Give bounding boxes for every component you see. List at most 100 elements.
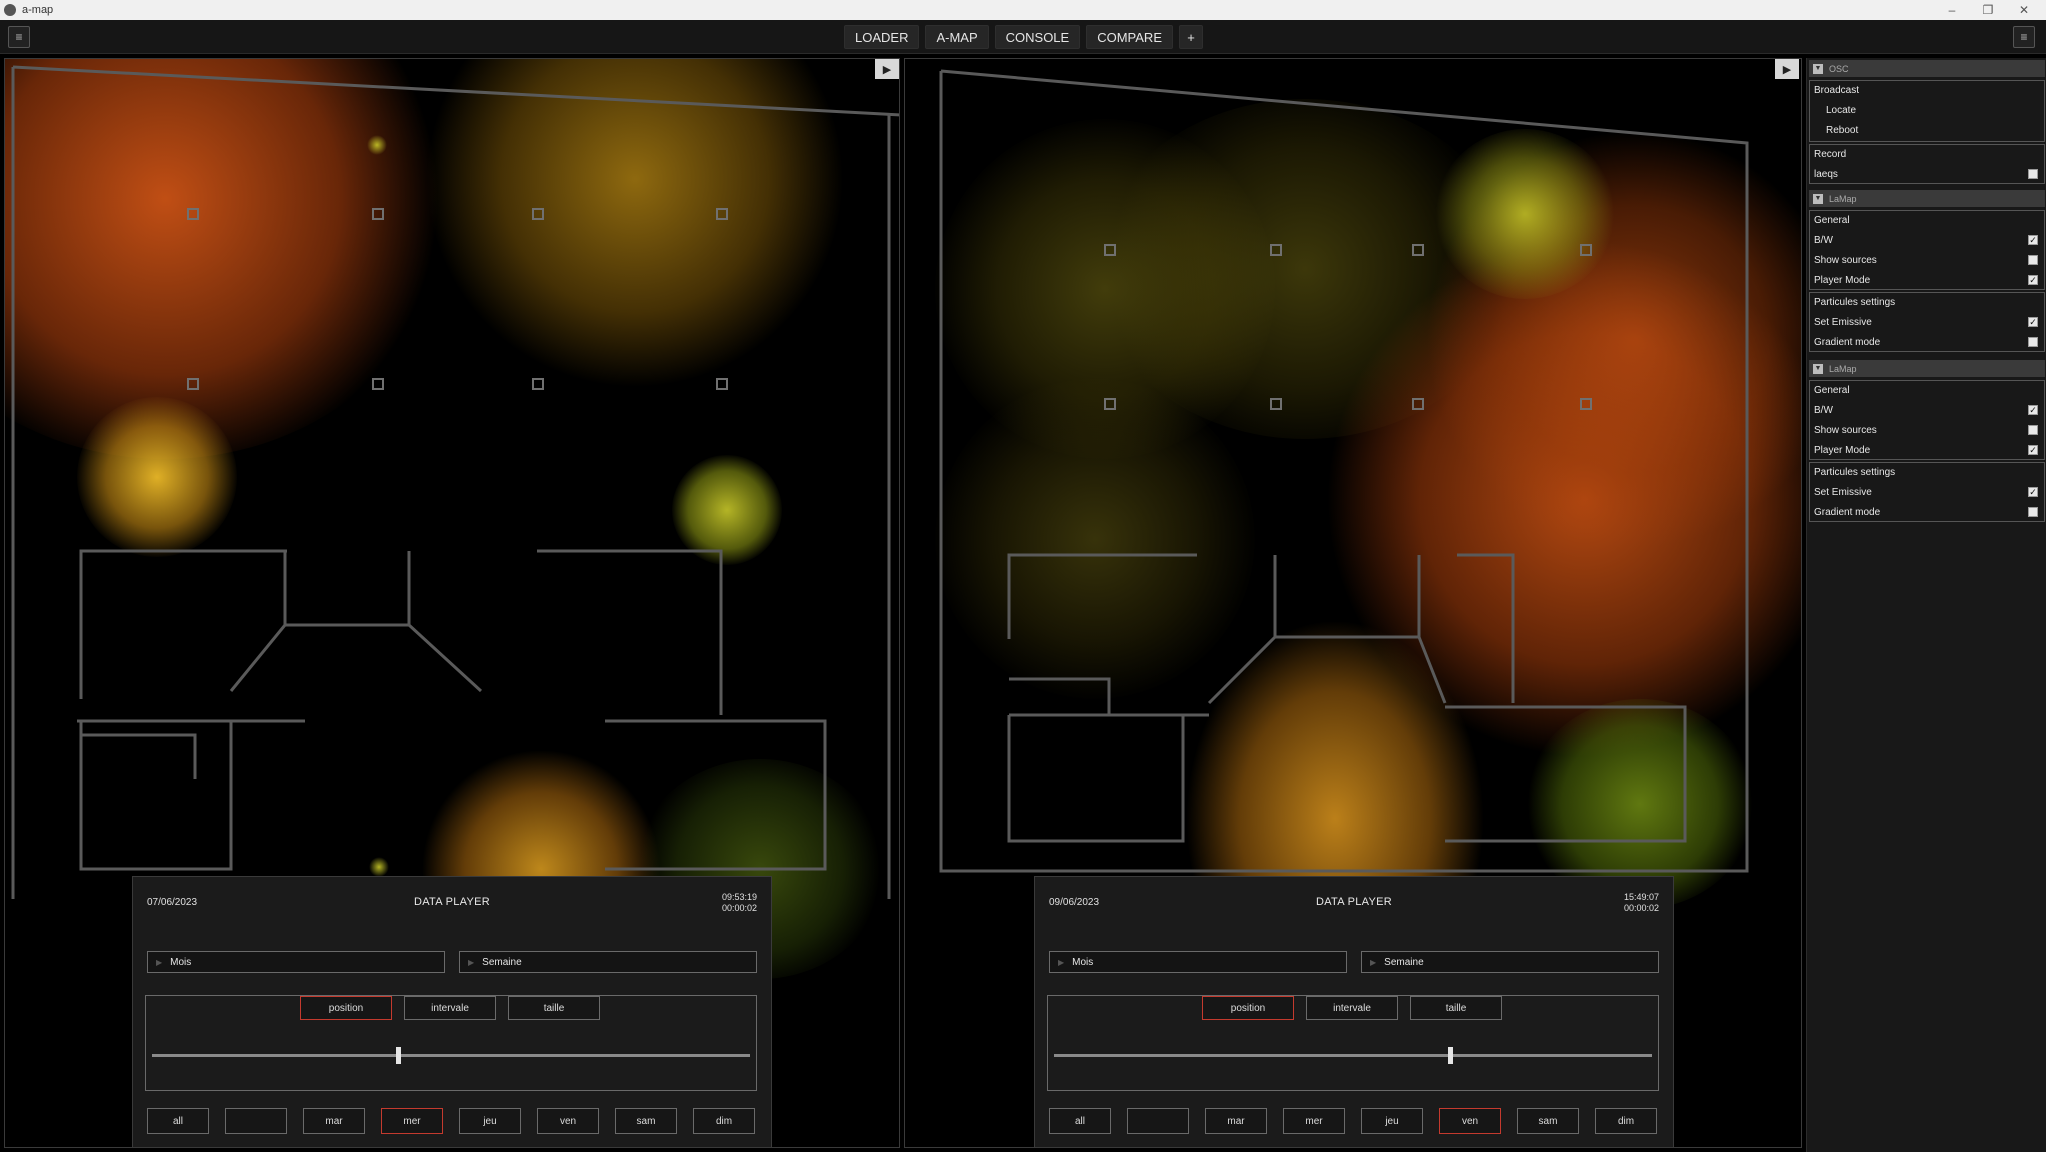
maximize-icon[interactable]: ❐ xyxy=(1968,0,2008,20)
week-select[interactable]: ▶ Semaine xyxy=(1361,951,1659,973)
caret-right-icon: ▶ xyxy=(468,957,475,967)
player-title: DATA PLAYER xyxy=(413,896,491,908)
lamap-2-header-label: LaMap xyxy=(1829,363,1857,374)
player-elapsed: 00:00:02 xyxy=(1623,903,1659,913)
set-emissive-label: Set Emissive xyxy=(1814,486,1872,498)
bw-checkbox[interactable]: ✓ xyxy=(2028,235,2038,245)
bw-checkbox[interactable]: ✓ xyxy=(2028,405,2038,415)
day-mer-button[interactable]: mer xyxy=(381,1108,443,1134)
lamap-2-section-header[interactable]: ▼ LaMap xyxy=(1809,360,2045,377)
player-times: 15:49:07 00:00:02 xyxy=(1624,892,1659,914)
right-data-player: 09/06/2023 DATA PLAYER 15:49:07 00:00:02… xyxy=(1034,876,1674,1148)
app-icon xyxy=(4,4,16,16)
mode-taille-button[interactable]: taille xyxy=(1410,996,1502,1020)
broadcast-group: Broadcast Locate Reboot xyxy=(1809,80,2045,142)
locate-button[interactable]: Locate xyxy=(1826,103,1856,117)
day-mar-button[interactable]: mar xyxy=(303,1108,365,1134)
bw-label: B/W xyxy=(1814,234,1833,246)
window-titlebar: a-map – ❐ ✕ xyxy=(0,0,2046,20)
reboot-button[interactable]: Reboot xyxy=(1826,123,1858,137)
day-jeu-button[interactable]: jeu xyxy=(1361,1108,1423,1134)
gradient-mode-checkbox[interactable] xyxy=(2028,507,2038,517)
collapse-triangle-icon[interactable]: ▼ xyxy=(1813,193,1823,204)
day-lun-button[interactable] xyxy=(225,1108,287,1134)
mode-intervale-button[interactable]: intervale xyxy=(404,996,496,1020)
day-sam-button[interactable]: sam xyxy=(615,1108,677,1134)
month-select-label: Mois xyxy=(170,956,192,968)
top-navigation: ≡ LOADER A-MAP CONSOLE COMPARE + ≡ xyxy=(0,20,2046,54)
record-group: Record laeqs xyxy=(1809,144,2045,184)
set-emissive-checkbox[interactable]: ✓ xyxy=(2028,487,2038,497)
show-sources-checkbox[interactable] xyxy=(2028,255,2038,265)
osc-section-header[interactable]: ▼ OSC xyxy=(1809,60,2045,77)
tab-a-map[interactable]: A-MAP xyxy=(925,25,989,49)
close-icon[interactable]: ✕ xyxy=(2004,0,2044,20)
set-emissive-label: Set Emissive xyxy=(1814,316,1872,328)
day-sam-button[interactable]: sam xyxy=(1517,1108,1579,1134)
tab-loader[interactable]: LOADER xyxy=(844,25,920,49)
bw-label: B/W xyxy=(1814,404,1833,416)
general-label: General xyxy=(1814,384,1850,396)
left-data-player: 07/06/2023 DATA PLAYER 09:53:19 00:00:02… xyxy=(132,876,772,1148)
lamap-1-general-group: General B/W ✓ Show sources Player Mode ✓ xyxy=(1809,210,2045,290)
collapse-triangle-icon[interactable]: ▼ xyxy=(1813,363,1823,374)
lamap-1-section-header[interactable]: ▼ LaMap xyxy=(1809,190,2045,207)
collapse-triangle-icon[interactable]: ▼ xyxy=(1813,63,1823,74)
time-slider-track[interactable] xyxy=(1054,1054,1652,1057)
show-sources-label: Show sources xyxy=(1814,424,1877,436)
show-sources-label: Show sources xyxy=(1814,254,1877,266)
day-all-button[interactable]: all xyxy=(1049,1108,1111,1134)
player-title: DATA PLAYER xyxy=(1315,896,1393,908)
mode-position-button[interactable]: position xyxy=(1202,996,1294,1020)
set-emissive-checkbox[interactable]: ✓ xyxy=(2028,317,2038,327)
day-mer-button[interactable]: mer xyxy=(1283,1108,1345,1134)
day-dim-button[interactable]: dim xyxy=(1595,1108,1657,1134)
day-all-button[interactable]: all xyxy=(147,1108,209,1134)
player-clock: 15:49:07 xyxy=(1623,892,1659,902)
tab-console[interactable]: CONSOLE xyxy=(994,25,1081,49)
caret-right-icon: ▶ xyxy=(1058,957,1065,967)
broadcast-label: Broadcast xyxy=(1814,84,1860,96)
day-ven-button[interactable]: ven xyxy=(1439,1108,1501,1134)
mode-taille-button[interactable]: taille xyxy=(508,996,600,1020)
right-play-button[interactable]: ▶ xyxy=(1775,59,1799,79)
lamap-1-particules-group: Particules settings Set Emissive ✓ Gradi… xyxy=(1809,292,2045,352)
player-mode-label: Player Mode xyxy=(1814,444,1871,456)
right-menu-icon[interactable]: ≡ xyxy=(2013,26,2035,48)
day-lun-button[interactable] xyxy=(1127,1108,1189,1134)
day-mar-button[interactable]: mar xyxy=(1205,1108,1267,1134)
tab-bar: LOADER A-MAP CONSOLE COMPARE + xyxy=(844,25,1203,49)
week-select-label: Semaine xyxy=(1384,956,1424,968)
laeqs-label: laeqs xyxy=(1814,168,1838,180)
laeqs-checkbox[interactable] xyxy=(2028,169,2038,179)
month-select[interactable]: ▶ Mois xyxy=(1049,951,1347,973)
minimize-icon[interactable]: – xyxy=(1932,0,1972,20)
window-title: a-map xyxy=(22,4,54,16)
left-play-button[interactable]: ▶ xyxy=(875,59,899,79)
day-dim-button[interactable]: dim xyxy=(693,1108,755,1134)
record-label: Record xyxy=(1814,148,1847,160)
day-jeu-button[interactable]: jeu xyxy=(459,1108,521,1134)
lamap-2-particules-group: Particules settings Set Emissive ✓ Gradi… xyxy=(1809,462,2045,522)
mode-intervale-button[interactable]: intervale xyxy=(1306,996,1398,1020)
week-select[interactable]: ▶ Semaine xyxy=(459,951,757,973)
add-tab-button[interactable]: + xyxy=(1178,25,1203,49)
gradient-mode-label: Gradient mode xyxy=(1814,336,1881,348)
month-select-label: Mois xyxy=(1072,956,1094,968)
gradient-mode-checkbox[interactable] xyxy=(2028,337,2038,347)
show-sources-checkbox[interactable] xyxy=(2028,425,2038,435)
left-menu-icon[interactable]: ≡ xyxy=(8,26,30,48)
player-mode-checkbox[interactable]: ✓ xyxy=(2028,275,2038,285)
player-mode-checkbox[interactable]: ✓ xyxy=(2028,445,2038,455)
tab-compare[interactable]: COMPARE xyxy=(1086,25,1173,49)
osc-header-label: OSC xyxy=(1829,63,1849,74)
month-select[interactable]: ▶ Mois xyxy=(147,951,445,973)
week-select-label: Semaine xyxy=(482,956,522,968)
mode-position-button[interactable]: position xyxy=(300,996,392,1020)
gradient-mode-label: Gradient mode xyxy=(1814,506,1881,518)
time-slider-track[interactable] xyxy=(152,1054,750,1057)
day-ven-button[interactable]: ven xyxy=(537,1108,599,1134)
time-slider-thumb[interactable] xyxy=(1448,1047,1453,1064)
settings-sidebar: ▼ OSC Broadcast Locate Reboot Record laeq… xyxy=(1806,58,2046,1152)
time-slider-thumb[interactable] xyxy=(396,1047,401,1064)
